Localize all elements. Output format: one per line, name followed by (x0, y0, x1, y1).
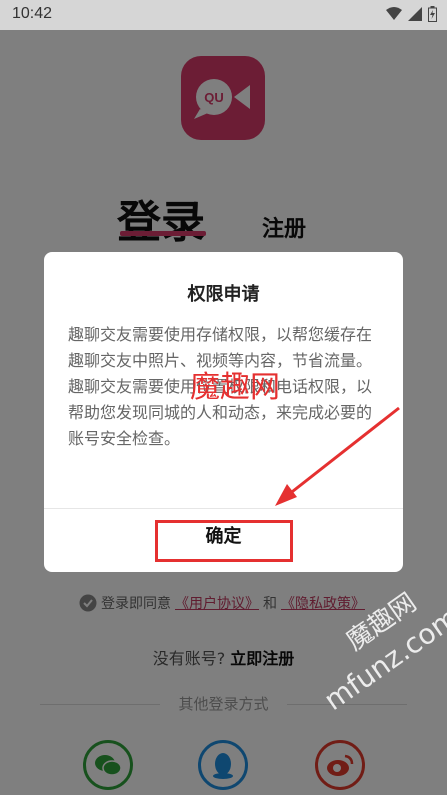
wifi-icon (386, 7, 402, 20)
dialog-divider (44, 508, 403, 509)
signal-icon (408, 7, 422, 21)
dialog-title: 权限申请 (187, 284, 260, 305)
annotation-highlight-box (155, 520, 293, 562)
status-icons (386, 6, 437, 22)
status-bar: 10:42 (0, 0, 447, 30)
status-time: 10:42 (12, 5, 53, 22)
battery-icon (428, 6, 437, 22)
watermark-center: 魔趣网 (190, 370, 280, 405)
